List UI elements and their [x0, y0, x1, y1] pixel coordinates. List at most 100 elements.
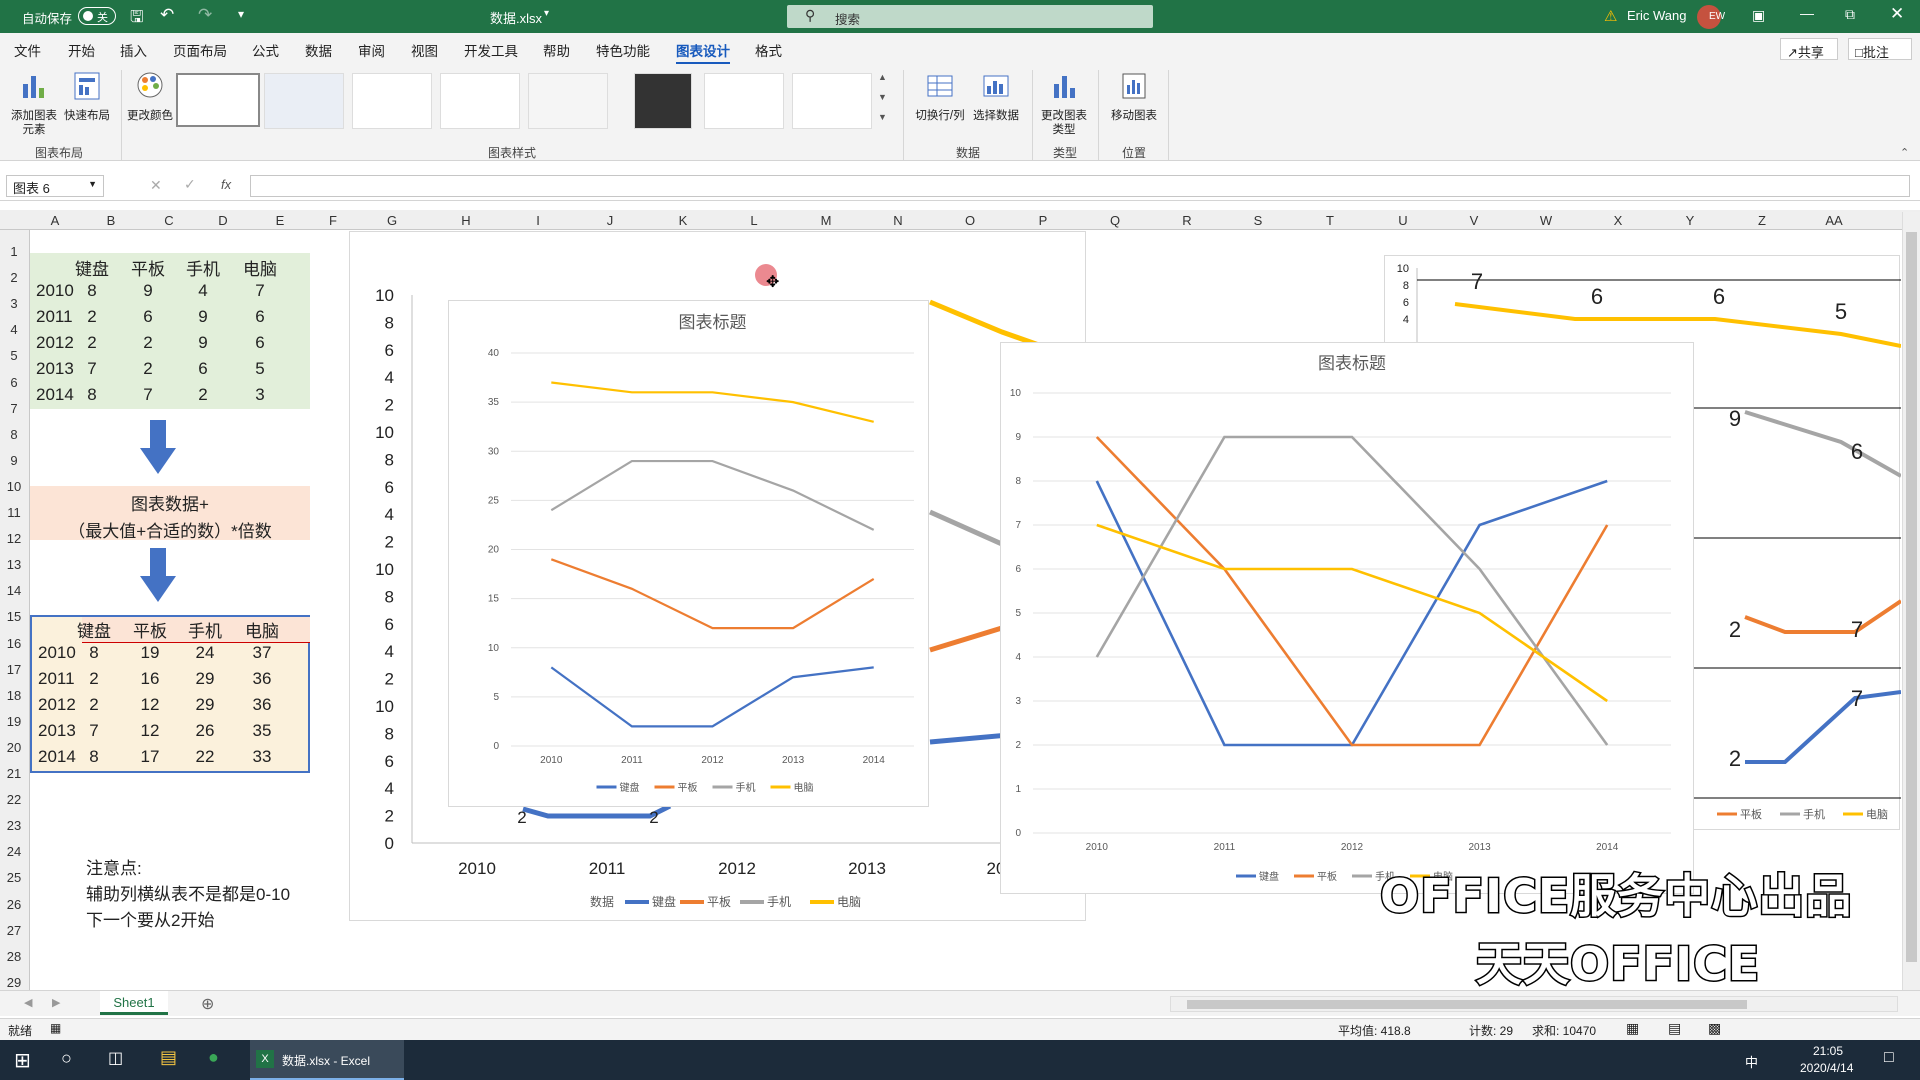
ribbon-display-icon[interactable]: ▣: [1752, 7, 1765, 24]
table-cell[interactable]: 36: [234, 669, 290, 689]
tab-insert[interactable]: 插入: [120, 40, 147, 60]
change-colors-button[interactable]: 更改颜色: [126, 70, 174, 123]
table-header-cell[interactable]: 电脑: [234, 617, 290, 642]
tab-data[interactable]: 数据: [305, 40, 332, 60]
table-cell[interactable]: 26: [177, 721, 233, 741]
table-cell[interactable]: 8: [64, 281, 120, 301]
scroll-sheets-right-icon[interactable]: ▶: [52, 996, 60, 1009]
chart-style-thumb[interactable]: [264, 73, 344, 129]
table-cell[interactable]: 7: [232, 281, 288, 301]
table-cell[interactable]: 4: [175, 281, 231, 301]
table-cell[interactable]: 35: [234, 721, 290, 741]
table-cell[interactable]: 29: [177, 695, 233, 715]
move-chart-button[interactable]: 移动图表: [1104, 70, 1164, 123]
redo-icon[interactable]: ↷: [198, 5, 212, 25]
table-header-cell[interactable]: 手机: [175, 255, 231, 280]
add-sheet-icon[interactable]: ⊕: [201, 994, 214, 1014]
select-data-button[interactable]: 选择数据: [970, 70, 1022, 123]
user-name[interactable]: Eric Wang: [1627, 8, 1686, 23]
row-header[interactable]: 10: [0, 479, 28, 494]
table-cell[interactable]: 9: [175, 307, 231, 327]
row-header[interactable]: 3: [0, 296, 28, 311]
table-cell[interactable]: 7: [66, 721, 122, 741]
column-header[interactable]: O: [958, 213, 982, 228]
quick-layout-button[interactable]: 快速布局: [62, 70, 112, 123]
column-header[interactable]: Y: [1678, 213, 1702, 228]
column-header[interactable]: H: [454, 213, 478, 228]
table-header-cell[interactable]: 键盘: [64, 255, 120, 280]
column-header[interactable]: E: [268, 213, 292, 228]
accessibility-icon[interactable]: ▦: [50, 1021, 61, 1035]
horizontal-scrollbar[interactable]: [1170, 996, 1898, 1012]
tab-page-layout[interactable]: 页面布局: [173, 40, 227, 60]
clock-time[interactable]: 21:05: [1813, 1044, 1843, 1058]
switch-row-column-button[interactable]: 切换行/列: [912, 70, 968, 123]
column-header[interactable]: AA: [1822, 213, 1846, 228]
table-cell[interactable]: 3: [232, 385, 288, 405]
stacked-data-chart[interactable]: 图表标题 0 5 10 15 20 25 30 35 40 2010 2011 2012 2013 2014…: [448, 300, 929, 807]
file-name[interactable]: 数据.xlsx: [490, 8, 542, 27]
row-header[interactable]: 2: [0, 270, 28, 285]
row-header[interactable]: 19: [0, 714, 28, 729]
vertical-scrollbar[interactable]: [1902, 212, 1920, 990]
table-cell[interactable]: 2: [120, 333, 176, 353]
normal-view-icon[interactable]: ▦: [1626, 1020, 1639, 1037]
table-cell[interactable]: 2: [175, 385, 231, 405]
column-header[interactable]: M: [814, 213, 838, 228]
tab-features[interactable]: 特色功能: [596, 40, 650, 60]
column-header[interactable]: D: [211, 213, 235, 228]
row-header[interactable]: 1: [0, 244, 28, 259]
avatar[interactable]: EW: [1697, 5, 1725, 29]
table-cell[interactable]: 2: [120, 359, 176, 379]
chart-data-table[interactable]: 键盘 平板 手机 电脑 2010 8 19 24 37 2011 2 16 29 36 2012 2 12 29 3…: [30, 615, 310, 773]
name-box-dropdown-icon[interactable]: ▼: [88, 179, 97, 189]
table-cell[interactable]: 12: [122, 721, 178, 741]
browser-icon[interactable]: ●: [208, 1047, 219, 1068]
column-header[interactable]: A: [43, 213, 67, 228]
row-header[interactable]: 9: [0, 453, 28, 468]
row-header[interactable]: 6: [0, 375, 28, 390]
row-header[interactable]: 16: [0, 636, 28, 651]
row-header[interactable]: 12: [0, 531, 28, 546]
row-header[interactable]: 22: [0, 792, 28, 807]
taskbar-excel-button[interactable]: X 数据.xlsx - Excel: [250, 1040, 404, 1080]
row-header[interactable]: 4: [0, 322, 28, 337]
column-header[interactable]: T: [1318, 213, 1342, 228]
column-header[interactable]: N: [886, 213, 910, 228]
table-cell[interactable]: 2: [64, 333, 120, 353]
tab-developer[interactable]: 开发工具: [464, 40, 518, 60]
table-cell[interactable]: 37: [234, 643, 290, 663]
page-layout-view-icon[interactable]: ▤: [1668, 1020, 1681, 1037]
row-header[interactable]: 17: [0, 662, 28, 677]
tab-view[interactable]: 视图: [411, 40, 438, 60]
column-header[interactable]: Z: [1750, 213, 1774, 228]
column-header[interactable]: U: [1391, 213, 1415, 228]
table-cell[interactable]: 8: [64, 385, 120, 405]
search-box[interactable]: ⚲ 搜索: [787, 5, 1153, 28]
share-button[interactable]: ↗共享: [1780, 38, 1838, 60]
table-cell[interactable]: 33: [234, 747, 290, 767]
table-header-cell[interactable]: 平板: [122, 617, 178, 642]
change-chart-type-button[interactable]: 更改图表类型: [1038, 70, 1090, 137]
cortana-icon[interactable]: ○: [61, 1048, 72, 1069]
table-cell[interactable]: 19: [122, 643, 178, 663]
autosave-toggle[interactable]: 关: [78, 7, 116, 25]
restore-icon[interactable]: ⧉: [1845, 6, 1855, 23]
collapse-ribbon-icon[interactable]: ⌃: [1900, 146, 1909, 159]
row-header[interactable]: 8: [0, 427, 28, 442]
row-header[interactable]: 13: [0, 557, 28, 572]
row-header[interactable]: 26: [0, 897, 28, 912]
ime-indicator[interactable]: 中: [1745, 1052, 1758, 1071]
add-chart-element-button[interactable]: 添加图表元素: [8, 70, 60, 137]
table-header-cell[interactable]: 键盘: [66, 617, 122, 642]
column-header[interactable]: W: [1534, 213, 1558, 228]
column-header[interactable]: B: [99, 213, 123, 228]
raw-data-chart[interactable]: 图表标题 0 1 2 3 4 5 6 7 8 9 10 2010 2011 2012 2013 2014 键盘 平板…: [1000, 342, 1694, 894]
table-cell[interactable]: 8: [66, 747, 122, 767]
formula-input[interactable]: [250, 175, 1910, 197]
file-explorer-icon[interactable]: ▤: [160, 1047, 177, 1068]
table-cell[interactable]: 2: [66, 695, 122, 715]
column-header[interactable]: P: [1031, 213, 1055, 228]
row-header[interactable]: 14: [0, 583, 28, 598]
table-header-cell[interactable]: 手机: [177, 617, 233, 642]
